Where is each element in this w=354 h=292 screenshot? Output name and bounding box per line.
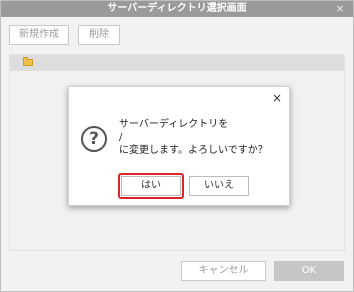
folder-icon	[23, 57, 33, 66]
window-close-icon[interactable]: ×	[333, 1, 347, 17]
ok-button[interactable]: OK	[274, 261, 344, 281]
confirm-dialog: × ? サーバーディレクトリを / に変更します。よろしいですか？ はい いいえ	[68, 86, 290, 206]
no-button[interactable]: いいえ	[189, 176, 249, 196]
delete-button[interactable]: 削除	[78, 25, 120, 45]
dialog-message: サーバーディレクトリを / に変更します。よろしいですか？	[119, 118, 268, 157]
message-line: に変更します。よろしいですか？	[119, 145, 268, 156]
yes-button[interactable]: はい	[121, 176, 181, 196]
window-title: サーバーディレクトリ選択画面	[107, 3, 247, 14]
dialog-close-icon[interactable]: ×	[271, 92, 283, 104]
question-icon: ?	[81, 126, 107, 152]
directory-select-window: サーバーディレクトリ選択画面 × 新規作成 削除 キャンセル OK × ? サー…	[0, 0, 354, 292]
message-line: サーバーディレクトリを	[119, 119, 229, 130]
tree-root-row[interactable]	[10, 55, 344, 71]
title-bar: サーバーディレクトリ選択画面 ×	[1, 1, 353, 17]
new-button[interactable]: 新規作成	[9, 25, 69, 45]
message-line: /	[119, 132, 123, 143]
cancel-button[interactable]: キャンセル	[181, 261, 266, 281]
